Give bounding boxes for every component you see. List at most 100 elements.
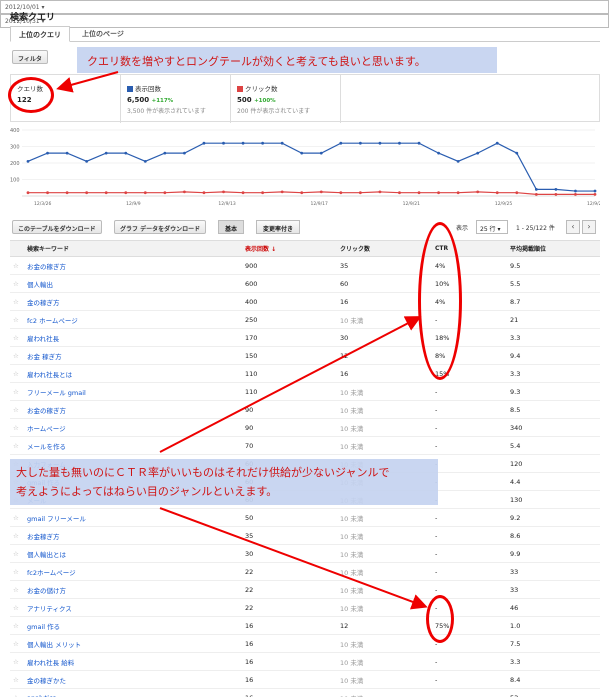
keyword-cell[interactable]: アナリティクス (24, 598, 242, 617)
download-chart-button[interactable]: グラフ データをダウンロード (114, 220, 207, 234)
table-row[interactable]: ☆ お金の稼ぎ方 90 10 未満 -8.5 (10, 400, 600, 419)
star-icon[interactable]: ☆ (10, 598, 24, 617)
series-1-point[interactable] (495, 191, 499, 195)
star-icon[interactable]: ☆ (10, 310, 24, 329)
series-1-point[interactable] (85, 191, 89, 195)
star-icon[interactable]: ☆ (10, 436, 24, 455)
table-row[interactable]: ☆ 個人輸出 メリット 16 10 未満 -7.5 (10, 634, 600, 653)
star-icon[interactable]: ☆ (10, 670, 24, 689)
table-row[interactable]: ☆ fc2ホームページ 22 10 未満 -33 (10, 562, 600, 581)
star-icon[interactable]: ☆ (10, 562, 24, 581)
series-1-point[interactable] (46, 191, 49, 195)
table-row[interactable]: ☆ ホームページ 90 10 未満 -340 (10, 418, 600, 437)
next-page-button[interactable]: › (582, 220, 596, 234)
keyword-cell[interactable]: fc2ホームページ (24, 562, 242, 581)
table-row[interactable]: ☆ 個人輸出 600 60 10% 5.5 (10, 274, 600, 293)
view-changes-button[interactable]: 変更率付き (256, 220, 301, 234)
keyword-cell[interactable]: analytics (24, 688, 242, 697)
series-1-point[interactable] (124, 191, 128, 195)
table-row[interactable]: ☆ gmail フリーメール 50 10 未満 -9.2 (10, 508, 600, 527)
series-1-point[interactable] (183, 190, 186, 194)
series-1-point[interactable] (339, 191, 343, 195)
keyword-cell[interactable]: gmail フリーメール (24, 508, 242, 527)
series-0-point[interactable] (26, 159, 30, 163)
series-1-point[interactable] (222, 190, 225, 194)
series-1-point[interactable] (241, 191, 245, 195)
prev-page-button[interactable]: ‹ (566, 220, 580, 234)
header-impressions[interactable]: 表示回数 ↓ (242, 240, 337, 257)
series-0-point[interactable] (280, 141, 284, 145)
rows-per-page-select[interactable]: 25 行 ▾ (476, 220, 508, 234)
series-1-point[interactable] (398, 191, 401, 195)
keyword-cell[interactable]: お金稼ぎ方 (24, 526, 242, 545)
series-0-point[interactable] (65, 151, 69, 155)
star-icon[interactable]: ☆ (10, 274, 24, 293)
series-0-point[interactable] (554, 188, 558, 191)
stat-impressions[interactable]: 表示回数 6,500 +117% 3,500 件が表示されています (121, 75, 231, 123)
header-clicks[interactable]: クリック数 (337, 240, 432, 257)
series-1-point[interactable] (574, 192, 577, 196)
series-0-point[interactable] (261, 141, 265, 145)
table-row[interactable]: ☆ フリーメール gmail 110 10 未満 -9.3 (10, 382, 600, 401)
table-row[interactable]: ☆ お金の儲け方 22 10 未満 -33 (10, 580, 600, 599)
series-0-point[interactable] (163, 151, 167, 155)
series-0-point[interactable] (456, 159, 460, 163)
series-1-point[interactable] (143, 191, 147, 195)
series-0-point[interactable] (183, 151, 186, 155)
star-icon[interactable]: ☆ (10, 364, 24, 383)
series-1-point[interactable] (280, 190, 284, 194)
series-1-point[interactable] (319, 190, 323, 194)
filter-button[interactable]: フィルタ (12, 50, 48, 64)
star-icon[interactable]: ☆ (10, 256, 24, 275)
series-1-point[interactable] (261, 191, 265, 195)
star-icon[interactable]: ☆ (10, 508, 24, 527)
series-1-point[interactable] (358, 191, 362, 195)
star-icon[interactable]: ☆ (10, 292, 24, 311)
header-keyword[interactable]: 検索キーワード (24, 240, 242, 257)
series-0-point[interactable] (104, 151, 108, 155)
star-icon[interactable]: ☆ (10, 652, 24, 671)
series-0-point[interactable] (495, 141, 499, 145)
series-1-point[interactable] (476, 190, 480, 194)
stat-clicks[interactable]: クリック数 500 +100% 200 件が表示されています (231, 75, 341, 123)
star-icon[interactable]: ☆ (10, 580, 24, 599)
series-0-point[interactable] (437, 151, 440, 155)
series-1-point[interactable] (26, 191, 30, 195)
header-avg-position[interactable]: 平均掲載順位 (507, 240, 600, 257)
keyword-cell[interactable]: 金の稼ぎ方 (24, 292, 242, 311)
series-0-point[interactable] (46, 151, 49, 155)
keyword-cell[interactable]: メールを作る (24, 436, 242, 455)
keyword-cell[interactable]: お金の稼ぎ方 (24, 256, 242, 275)
table-row[interactable]: ☆ gmail 作る 16 12 75% 1.0 (10, 616, 600, 635)
table-row[interactable]: ☆ 金の稼ぎ方 400 16 4% 8.7 (10, 292, 600, 311)
view-basic-button[interactable]: 基本 (218, 220, 245, 234)
series-0-point[interactable] (417, 141, 421, 145)
keyword-cell[interactable]: 金の稼ぎかた (24, 670, 242, 689)
series-0-point[interactable] (378, 141, 382, 145)
keyword-cell[interactable]: お金の稼ぎ方 (24, 400, 242, 419)
series-0-point[interactable] (300, 151, 304, 155)
tab-top-queries[interactable]: 上位のクエリ (10, 26, 70, 42)
table-row[interactable]: ☆analytics1610 未満-53 (10, 688, 600, 697)
series-0-point[interactable] (85, 159, 89, 163)
keyword-cell[interactable]: 雇われ社長 給料 (24, 652, 242, 671)
table-row[interactable]: ☆ お金の稼ぎ方 900 35 4% 9.5 (10, 256, 600, 275)
keyword-cell[interactable]: gmail 作る (24, 616, 242, 635)
series-1-point[interactable] (534, 192, 538, 196)
table-row[interactable]: ☆ お金稼ぎ方 35 10 未満 -8.6 (10, 526, 600, 545)
series-0-point[interactable] (398, 141, 401, 145)
keyword-cell[interactable]: 個人輸出とは (24, 544, 242, 563)
table-row[interactable]: ☆ 雇われ社長とは 110 16 15% 3.3 (10, 364, 600, 383)
table-row[interactable]: ☆ 雇われ社長 給料 16 10 未満 -3.3 (10, 652, 600, 671)
series-0-point[interactable] (202, 141, 206, 145)
series-1-point[interactable] (202, 191, 206, 195)
series-1-point[interactable] (65, 191, 69, 195)
series-0-point[interactable] (143, 159, 147, 163)
download-table-button[interactable]: このテーブルをダウンロード (12, 220, 102, 234)
star-icon[interactable]: ☆ (10, 616, 24, 635)
star-icon[interactable]: ☆ (10, 400, 24, 419)
series-0-point[interactable] (124, 151, 128, 155)
tab-top-pages[interactable]: 上位のページ (74, 26, 132, 42)
series-1-point[interactable] (515, 191, 519, 195)
series-1-point[interactable] (456, 191, 460, 195)
